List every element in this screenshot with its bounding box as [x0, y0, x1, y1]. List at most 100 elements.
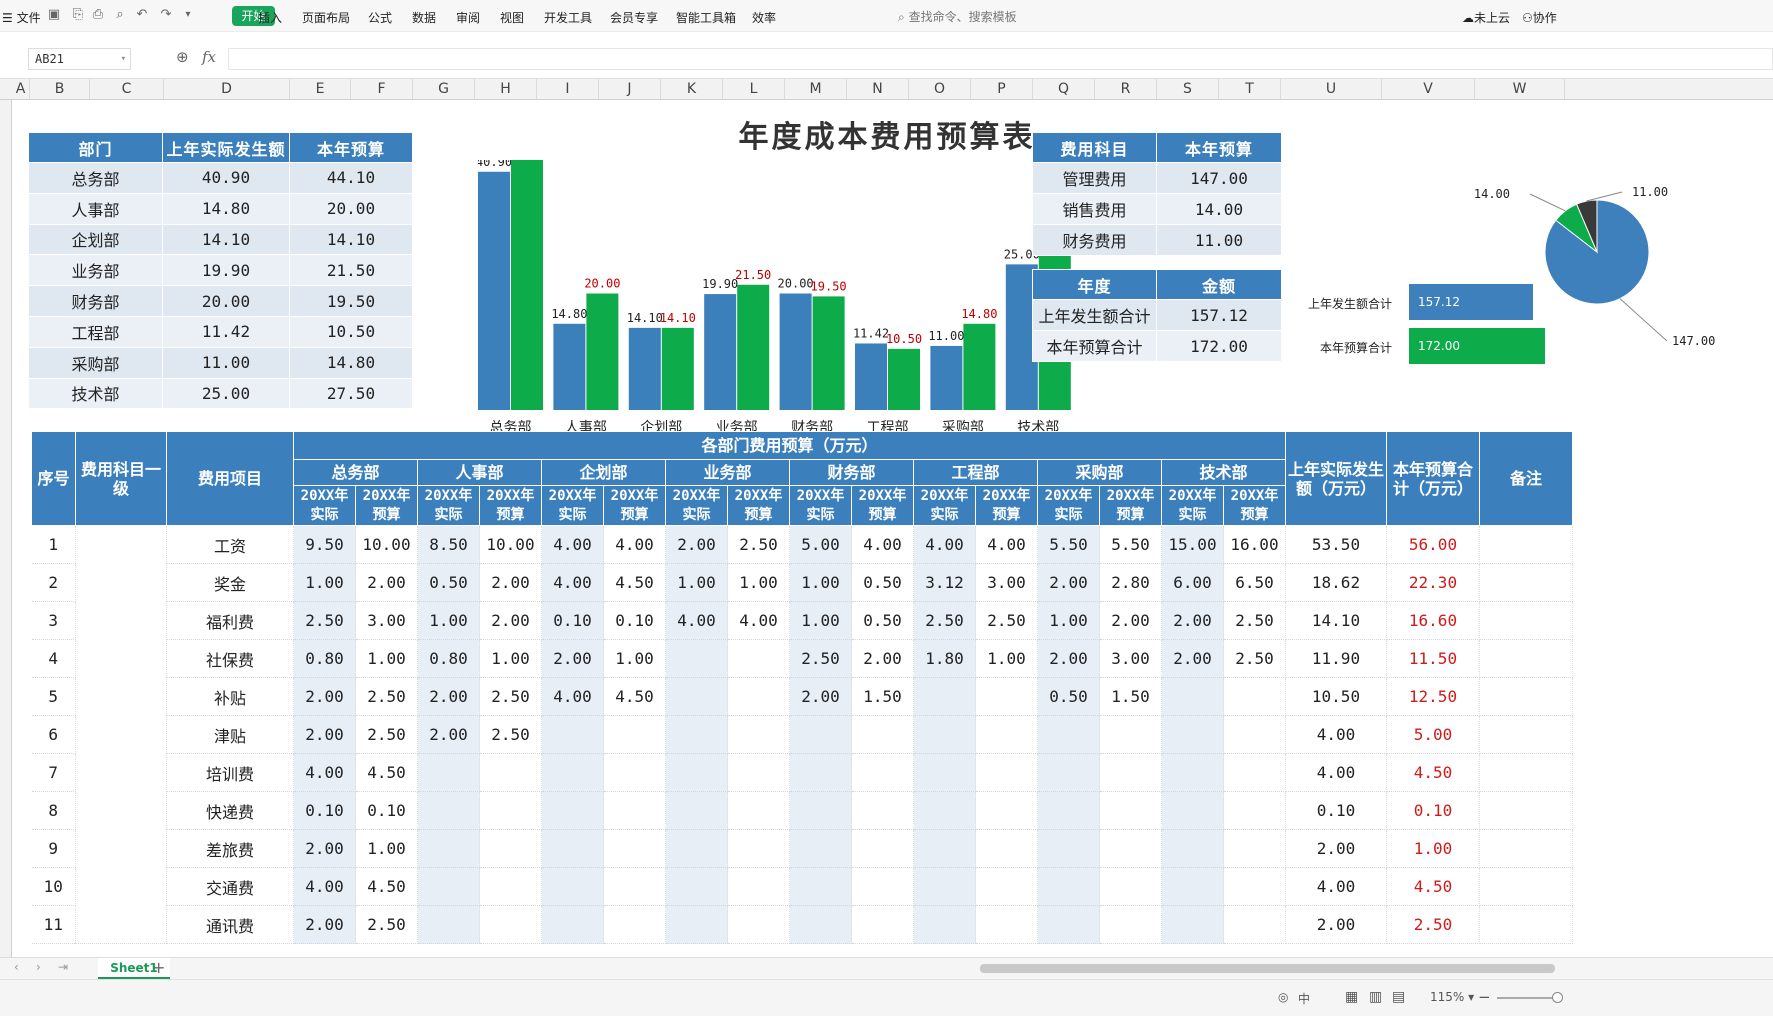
value-cell[interactable]: 2.00 [1099, 601, 1162, 640]
value-cell[interactable] [727, 639, 790, 678]
value-cell[interactable]: 1.00 [665, 563, 728, 602]
budget-total-cell[interactable]: 2.50 [1386, 905, 1480, 944]
value-cell[interactable] [603, 715, 666, 754]
value-cell[interactable] [541, 905, 604, 944]
note-cell[interactable] [1479, 677, 1573, 716]
value-cell[interactable]: 4.00 [727, 601, 790, 640]
column-header[interactable]: T [1219, 79, 1281, 99]
last-year-cell[interactable]: 2.00 [1285, 829, 1387, 868]
page-layout-icon[interactable]: ▥ [1369, 989, 1382, 1005]
value-cell[interactable]: 4.00 [541, 525, 604, 564]
value-cell[interactable]: 1.00 [355, 639, 418, 678]
expense-item-cell[interactable]: 社保费 [166, 639, 294, 678]
value-cell[interactable] [1099, 905, 1162, 944]
value-cell[interactable] [975, 715, 1038, 754]
value-cell[interactable] [851, 715, 914, 754]
value-cell[interactable] [1037, 753, 1100, 792]
value-cell[interactable]: 0.10 [603, 601, 666, 640]
budget-total-cell[interactable]: 4.50 [1386, 867, 1480, 906]
value-cell[interactable]: 2.00 [851, 639, 914, 678]
seq-cell[interactable]: 5 [31, 677, 76, 716]
expense-item-cell[interactable]: 奖金 [166, 563, 294, 602]
value-cell[interactable]: 4.50 [355, 753, 418, 792]
value-cell[interactable]: 1.00 [355, 829, 418, 868]
last-year-cell[interactable]: 18.62 [1285, 563, 1387, 602]
column-header[interactable]: K [661, 79, 723, 99]
value-cell[interactable] [1037, 715, 1100, 754]
value-cell[interactable] [975, 829, 1038, 868]
collab-button[interactable]: ⚇协作 [1522, 9, 1557, 26]
undo-icon[interactable]: ↶ [134, 7, 150, 23]
zoom-slider[interactable] [1497, 997, 1559, 999]
value-cell[interactable] [913, 715, 976, 754]
seq-cell[interactable]: 10 [31, 867, 76, 906]
expense-item-cell[interactable]: 快递费 [166, 791, 294, 830]
table-cell[interactable]: 19.90 [162, 254, 290, 287]
value-cell[interactable] [665, 829, 728, 868]
value-cell[interactable]: 3.12 [913, 563, 976, 602]
value-cell[interactable] [417, 791, 480, 830]
table-cell[interactable]: 14.10 [289, 223, 413, 256]
more-dropdown-icon[interactable]: ▾ [180, 7, 196, 23]
value-cell[interactable] [479, 905, 542, 944]
budget-total-cell[interactable]: 5.00 [1386, 715, 1480, 754]
value-cell[interactable]: 2.00 [293, 677, 356, 716]
value-cell[interactable] [975, 867, 1038, 906]
expense-item-cell[interactable]: 培训费 [166, 753, 294, 792]
table-cell[interactable]: 技术部 [28, 377, 163, 410]
command-search[interactable]: ⌕ 查找命令、搜索模板 [898, 8, 1017, 25]
value-cell[interactable]: 15.00 [1161, 525, 1224, 564]
value-cell[interactable] [975, 905, 1038, 944]
table-cell[interactable]: 14.00 [1156, 193, 1282, 225]
value-cell[interactable]: 10.00 [355, 525, 418, 564]
last-year-cell[interactable]: 4.00 [1285, 867, 1387, 906]
seq-cell[interactable]: 2 [31, 563, 76, 602]
table-cell[interactable]: 总务部 [28, 162, 163, 194]
value-cell[interactable] [1223, 829, 1286, 868]
value-cell[interactable]: 2.50 [1223, 639, 1286, 678]
value-cell[interactable]: 2.00 [1161, 639, 1224, 678]
category-cell[interactable] [75, 525, 167, 944]
table-cell[interactable]: 人事部 [28, 192, 163, 225]
ribbon-tab[interactable]: 效率 [752, 9, 776, 26]
value-cell[interactable]: 2.00 [789, 677, 852, 716]
value-cell[interactable]: 4.00 [851, 525, 914, 564]
table-cell[interactable]: 14.80 [289, 346, 413, 379]
note-cell[interactable] [1479, 715, 1573, 754]
value-cell[interactable]: 1.00 [727, 563, 790, 602]
value-cell[interactable]: 0.50 [851, 601, 914, 640]
horizontal-scrollbar[interactable] [980, 964, 1555, 973]
value-cell[interactable]: 3.00 [1099, 639, 1162, 678]
table-cell[interactable]: 40.90 [162, 162, 290, 194]
value-cell[interactable] [665, 677, 728, 716]
value-cell[interactable] [1223, 677, 1286, 716]
expense-item-cell[interactable]: 通讯费 [166, 905, 294, 944]
value-cell[interactable]: 2.00 [293, 715, 356, 754]
expense-item-cell[interactable]: 津贴 [166, 715, 294, 754]
column-header[interactable]: H [475, 79, 537, 99]
formula-input[interactable] [228, 48, 1773, 70]
table-cell[interactable]: 工程部 [28, 315, 163, 348]
value-cell[interactable] [789, 829, 852, 868]
column-header[interactable]: D [164, 79, 290, 99]
value-cell[interactable] [541, 753, 604, 792]
value-cell[interactable] [541, 715, 604, 754]
value-cell[interactable] [727, 829, 790, 868]
add-sheet-icon[interactable]: + [152, 958, 165, 977]
column-header[interactable]: R [1095, 79, 1157, 99]
value-cell[interactable] [479, 829, 542, 868]
value-cell[interactable] [1161, 905, 1224, 944]
value-cell[interactable] [479, 791, 542, 830]
table-cell[interactable]: 11.42 [162, 315, 290, 348]
last-year-cell[interactable]: 10.50 [1285, 677, 1387, 716]
column-header[interactable]: B [30, 79, 90, 99]
ribbon-tab[interactable]: 插入 [258, 9, 282, 26]
ribbon-tab[interactable]: 审阅 [456, 9, 480, 26]
value-cell[interactable]: 2.00 [665, 525, 728, 564]
name-box[interactable]: AB21 ▾ [28, 48, 131, 70]
value-cell[interactable] [789, 791, 852, 830]
value-cell[interactable] [913, 905, 976, 944]
value-cell[interactable] [1223, 715, 1286, 754]
value-cell[interactable] [541, 791, 604, 830]
budget-total-cell[interactable]: 11.50 [1386, 639, 1480, 678]
